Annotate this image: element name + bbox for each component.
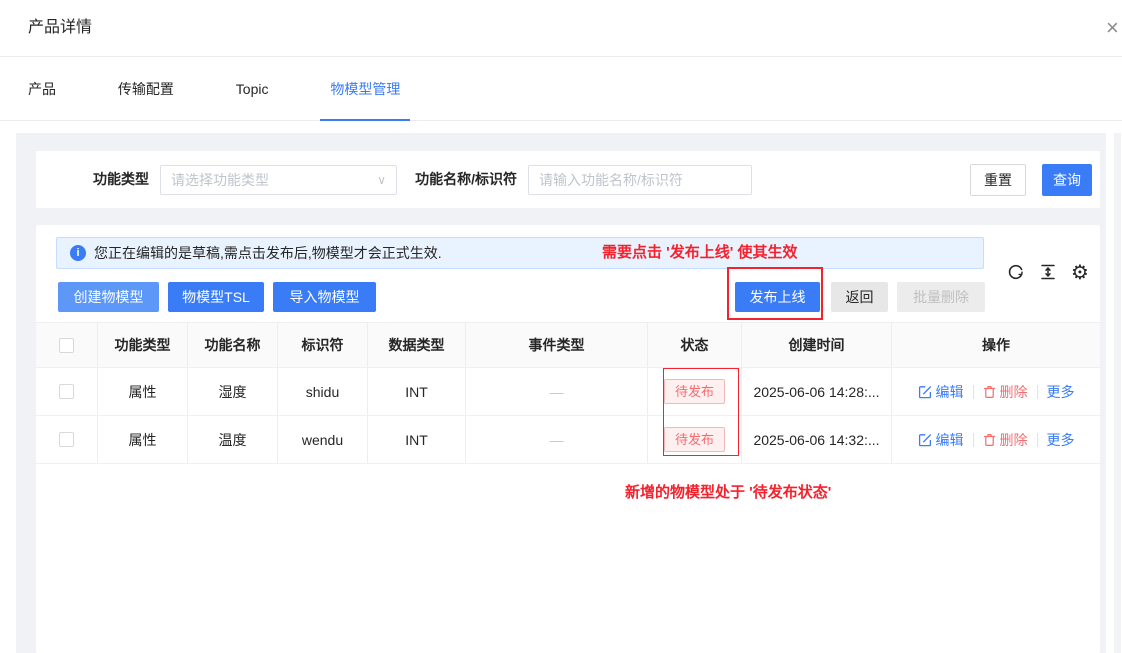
row-height-icon[interactable] — [1038, 261, 1058, 283]
divider — [1037, 433, 1038, 447]
info-icon: i — [70, 245, 86, 261]
tab-transport-config[interactable]: 传输配置 — [108, 58, 184, 121]
cell-function-type: 属性 — [98, 368, 188, 415]
header-data-type: 数据类型 — [368, 323, 466, 367]
cell-function-type: 属性 — [98, 416, 188, 463]
tab-topic[interactable]: Topic — [226, 58, 279, 121]
select-all-checkbox[interactable] — [59, 338, 74, 353]
import-thing-model-button[interactable]: 导入物模型 — [273, 282, 376, 312]
chevron-down-icon: ∨ — [377, 173, 386, 187]
function-name-input[interactable] — [528, 165, 752, 195]
delete-link[interactable]: 删除 — [983, 382, 1028, 402]
status-badge: 待发布 — [664, 427, 725, 452]
select-all-cell — [36, 323, 98, 367]
scrollbar[interactable] — [1114, 133, 1121, 653]
modal-header: 产品详情 × — [0, 0, 1122, 57]
back-button[interactable]: 返回 — [831, 282, 888, 312]
cell-data-type: INT — [368, 368, 466, 415]
cell-function-name: 温度 — [188, 416, 278, 463]
settings-icon[interactable]: ⚙ — [1070, 261, 1090, 283]
cell-function-name: 湿度 — [188, 368, 278, 415]
row-checkbox[interactable] — [59, 384, 74, 399]
tab-product[interactable]: 产品 — [18, 58, 66, 121]
table-header-row: 功能类型 功能名称 标识符 数据类型 事件类型 状态 创建时间 操作 — [36, 322, 1100, 368]
draft-info-text: 您正在编辑的是草稿,需点击发布后,物模型才会正式生效. — [94, 243, 442, 263]
status-badge: 待发布 — [664, 379, 725, 404]
delete-link[interactable]: 删除 — [983, 430, 1028, 450]
header-created-time: 创建时间 — [742, 323, 892, 367]
thing-model-tsl-button[interactable]: 物模型TSL — [168, 282, 264, 312]
cell-data-type: INT — [368, 416, 466, 463]
page-title: 产品详情 — [28, 0, 92, 56]
search-button[interactable]: 查询 — [1042, 164, 1092, 196]
filter-card: 功能类型 请选择功能类型 ∨ 功能名称/标识符 重置 查询 — [36, 151, 1100, 208]
edit-link[interactable]: 编辑 — [918, 382, 964, 402]
divider — [973, 385, 974, 399]
cell-created-time: 2025-06-06 14:32:... — [742, 416, 892, 463]
trash-icon — [983, 433, 996, 447]
thing-model-table: 功能类型 功能名称 标识符 数据类型 事件类型 状态 创建时间 操作 属性 湿度… — [36, 322, 1100, 464]
cell-event-type: — — [466, 368, 648, 415]
table-row: 属性 湿度 shidu INT — 待发布 2025-06-06 14:28:.… — [36, 368, 1100, 416]
header-identifier: 标识符 — [278, 323, 368, 367]
header-actions: 操作 — [892, 323, 1100, 367]
function-type-label: 功能类型 — [86, 151, 149, 208]
more-link[interactable]: 更多 — [1047, 430, 1075, 450]
edit-icon — [918, 433, 932, 447]
row-checkbox[interactable] — [59, 432, 74, 447]
header-status: 状态 — [648, 323, 742, 367]
divider — [973, 433, 974, 447]
header-function-type: 功能类型 — [98, 323, 188, 367]
batch-delete-button[interactable]: 批量删除 — [897, 282, 985, 312]
more-link[interactable]: 更多 — [1047, 382, 1075, 402]
divider — [1037, 385, 1038, 399]
trash-icon — [983, 385, 996, 399]
edit-link[interactable]: 编辑 — [918, 430, 964, 450]
table-tool-icons: ⚙ — [1006, 261, 1090, 283]
publish-annotation-text: 需要点击 '发布上线' 使其生效 — [602, 238, 797, 268]
draft-info-banner: i 您正在编辑的是草稿,需点击发布后,物模型才会正式生效. 需要点击 '发布上线… — [56, 237, 984, 269]
cell-identifier: shidu — [278, 368, 368, 415]
refresh-icon[interactable] — [1006, 261, 1026, 283]
select-placeholder: 请选择功能类型 — [171, 170, 269, 190]
cell-event-type: — — [466, 416, 648, 463]
table-row: 属性 温度 wendu INT — 待发布 2025-06-06 14:32:.… — [36, 416, 1100, 464]
create-thing-model-button[interactable]: 创建物模型 — [58, 282, 159, 312]
header-event-type: 事件类型 — [466, 323, 648, 367]
function-name-label: 功能名称/标识符 — [397, 151, 517, 208]
publish-online-button[interactable]: 发布上线 — [735, 282, 820, 312]
function-type-select[interactable]: 请选择功能类型 ∨ — [160, 165, 397, 195]
tab-thing-model[interactable]: 物模型管理 — [320, 58, 410, 121]
cell-created-time: 2025-06-06 14:28:... — [742, 368, 892, 415]
edit-icon — [918, 385, 932, 399]
reset-button[interactable]: 重置 — [970, 164, 1026, 196]
tab-bar: 产品 传输配置 Topic 物模型管理 — [0, 58, 1122, 121]
header-function-name: 功能名称 — [188, 323, 278, 367]
close-icon[interactable]: × — [1106, 15, 1119, 41]
thing-model-card: i 您正在编辑的是草稿,需点击发布后,物模型才会正式生效. 需要点击 '发布上线… — [36, 225, 1100, 653]
status-annotation-text: 新增的物模型处于 '待发布状态' — [625, 481, 831, 502]
cell-identifier: wendu — [278, 416, 368, 463]
